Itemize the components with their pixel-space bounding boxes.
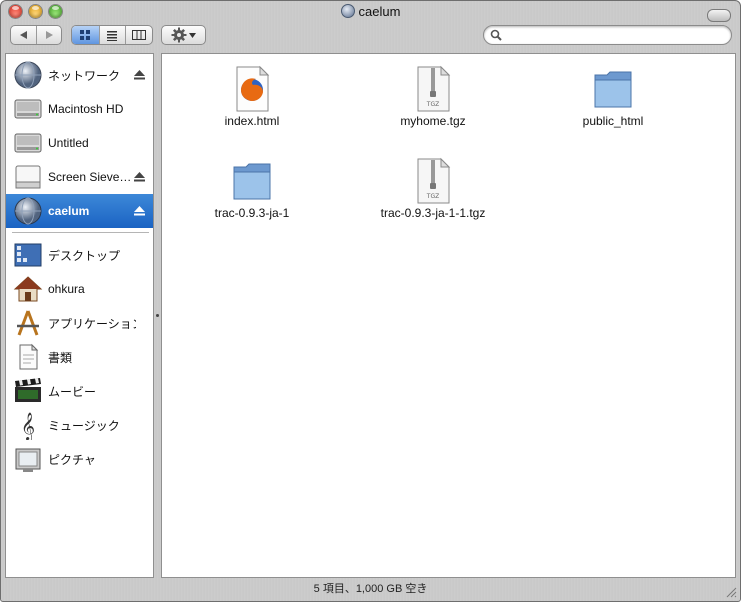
desktop-icon <box>12 239 44 271</box>
sidebar-item-label: caelum <box>48 204 90 218</box>
column-view-icon <box>132 30 147 40</box>
sidebar-item-label: ohkura <box>48 282 85 296</box>
music-icon: 𝄞 <box>12 409 44 441</box>
home-icon <box>12 273 44 305</box>
search-input[interactable] <box>506 28 725 44</box>
sidebar-item-caelum[interactable]: caelum <box>6 194 153 228</box>
file-name: trac-0.9.3-ja-1-1.tgz <box>380 206 486 220</box>
documents-icon <box>12 341 44 373</box>
tgz-archive-icon: TGZ <box>417 157 451 204</box>
file-item[interactable]: trac-0.9.3-ja-1 <box>172 149 332 229</box>
back-button[interactable] <box>11 26 36 44</box>
sidebar-item-label: Screen Sieve… <box>48 170 132 184</box>
sidebar-item-music[interactable]: 𝄞 ミュージック <box>6 408 153 442</box>
svg-text:𝄞: 𝄞 <box>21 412 35 440</box>
sidebar-item-label: Untitled <box>48 136 89 150</box>
eject-icon[interactable] <box>134 70 145 80</box>
file-name: index.html <box>224 114 280 128</box>
status-text: 5 項目、1,000 GB 空き <box>313 583 428 595</box>
window-title: caelum <box>1 4 740 19</box>
file-name: public_html <box>582 114 644 128</box>
sidebar-item-label: デスクトップ <box>48 248 121 263</box>
sidebar-item-label: Macintosh HD <box>48 102 124 116</box>
folder-icon <box>233 163 271 200</box>
sidebar-item-label: 書類 <box>48 350 73 365</box>
finder-window: caelum ネットワーク Macintosh HD Untitled Scre… <box>0 0 741 602</box>
toolbar <box>1 23 740 53</box>
file-item[interactable]: TGZ trac-0.9.3-ja-1-1.tgz <box>353 149 513 229</box>
sidebar-item-network[interactable]: ネットワーク <box>6 58 153 92</box>
network-globe-icon <box>12 195 44 227</box>
sidebar-item-label: ネットワーク <box>48 68 121 83</box>
sidebar-divider <box>12 232 149 233</box>
toolbar-toggle-button[interactable] <box>707 9 731 22</box>
archive-badge: TGZ <box>426 101 439 108</box>
network-globe-icon <box>340 4 355 18</box>
file-item[interactable]: public_html <box>533 57 693 137</box>
pictures-icon <box>12 443 44 475</box>
chevron-down-icon <box>189 32 196 38</box>
list-view-button[interactable] <box>98 26 126 44</box>
firefox-html-icon <box>236 65 270 112</box>
window-title-text: caelum <box>358 4 401 19</box>
eject-icon[interactable] <box>134 172 145 182</box>
file-name: myhome.tgz <box>400 114 466 128</box>
tgz-archive-icon: TGZ <box>417 65 451 112</box>
list-view-icon <box>107 31 118 41</box>
view-mode-control <box>71 25 153 45</box>
sidebar-item-macintosh-hd[interactable]: Macintosh HD <box>6 92 153 126</box>
forward-button[interactable] <box>36 26 61 44</box>
title-bar[interactable]: caelum <box>1 1 740 23</box>
splitter-handle <box>156 314 159 317</box>
sidebar-item-label: ムービー <box>48 384 97 399</box>
back-arrow-icon <box>19 31 27 39</box>
back-forward-control <box>10 25 62 45</box>
sidebar-item-label: ピクチャ <box>48 452 96 467</box>
forward-arrow-icon <box>46 31 53 39</box>
icon-view-icon <box>80 30 91 40</box>
sidebar-item-documents[interactable]: 書類 <box>6 340 153 374</box>
sidebar-item-movies[interactable]: ムービー <box>6 374 153 408</box>
folder-icon <box>594 71 632 108</box>
archive-badge: TGZ <box>426 193 439 200</box>
sidebar-item-label: ミュージック <box>48 418 120 433</box>
file-name: trac-0.9.3-ja-1 <box>214 206 290 220</box>
file-browser: index.html TGZ myhome.tgz public_html tr… <box>161 53 736 578</box>
search-field[interactable] <box>483 25 732 45</box>
action-menu-button[interactable] <box>161 25 206 45</box>
sidebar-item-desktop[interactable]: デスクトップ <box>6 238 153 272</box>
file-item[interactable]: index.html <box>172 57 332 137</box>
disk-image-icon <box>12 161 44 193</box>
sidebar-item-label: アプリケーション <box>48 316 136 331</box>
column-view-button[interactable] <box>125 26 152 44</box>
sidebar-item-untitled[interactable]: Untitled <box>6 126 153 160</box>
applications-icon <box>12 307 44 339</box>
file-item[interactable]: TGZ myhome.tgz <box>353 57 513 137</box>
resize-grip-icon[interactable] <box>725 586 737 598</box>
sidebar-item-home[interactable]: ohkura <box>6 272 153 306</box>
gear-icon <box>171 27 187 43</box>
sidebar-item-applications[interactable]: アプリケーション <box>6 306 153 340</box>
search-icon <box>490 29 502 41</box>
status-bar: 5 項目、1,000 GB 空き <box>1 578 740 600</box>
icon-view-button[interactable] <box>72 26 99 44</box>
eject-icon[interactable] <box>134 206 145 216</box>
sidebar-item-pictures[interactable]: ピクチャ <box>6 442 153 476</box>
sidebar-splitter[interactable] <box>154 53 161 578</box>
sidebar-item-screen-sieve[interactable]: Screen Sieve… <box>6 160 153 194</box>
sidebar: ネットワーク Macintosh HD Untitled Screen Siev… <box>5 53 154 578</box>
network-globe-icon <box>12 59 44 91</box>
hard-drive-icon <box>12 127 44 159</box>
hard-drive-icon <box>12 93 44 125</box>
movies-icon <box>12 375 44 407</box>
